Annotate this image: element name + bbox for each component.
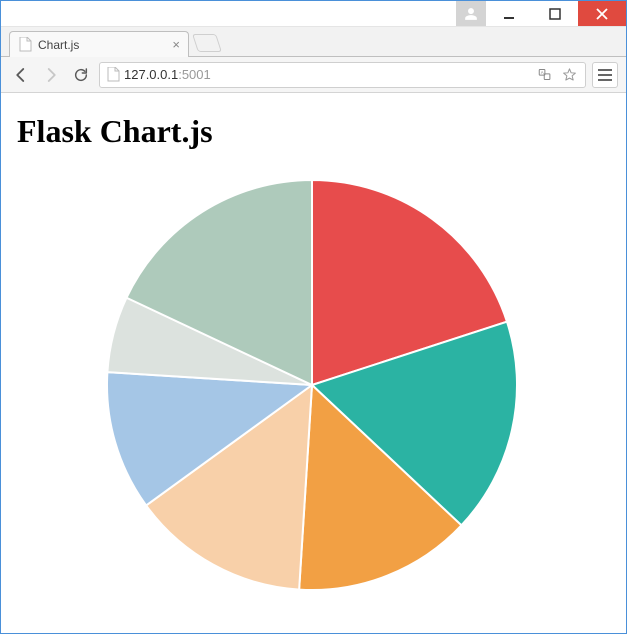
page-content: Flask Chart.js — [1, 93, 626, 633]
close-button[interactable] — [578, 1, 626, 26]
translate-icon[interactable]: A — [535, 65, 555, 85]
pie-chart — [97, 170, 527, 600]
forward-button[interactable] — [39, 63, 63, 87]
new-tab-button[interactable] — [192, 34, 222, 52]
address-bar[interactable]: 127.0.0.1:5001 A — [99, 62, 586, 88]
back-button[interactable] — [9, 63, 33, 87]
menu-button[interactable] — [592, 62, 618, 88]
user-icon[interactable] — [456, 1, 486, 26]
browser-tab[interactable]: Chart.js × — [9, 31, 189, 57]
file-icon — [106, 67, 120, 82]
minimize-button[interactable] — [486, 1, 532, 26]
url-host: 127.0.0.1 — [124, 67, 178, 82]
file-icon — [18, 38, 32, 52]
maximize-button[interactable] — [532, 1, 578, 26]
url-port: :5001 — [178, 67, 211, 82]
tab-close-icon[interactable]: × — [172, 38, 180, 51]
page-title: Flask Chart.js — [17, 113, 614, 150]
url-text: 127.0.0.1:5001 — [124, 67, 531, 82]
svg-text:A: A — [540, 70, 543, 75]
star-icon[interactable] — [559, 65, 579, 85]
window-titlebar — [1, 1, 626, 27]
tab-strip: Chart.js × — [1, 27, 626, 57]
reload-button[interactable] — [69, 63, 93, 87]
tab-title: Chart.js — [38, 38, 166, 52]
browser-toolbar: 127.0.0.1:5001 A — [1, 57, 626, 93]
